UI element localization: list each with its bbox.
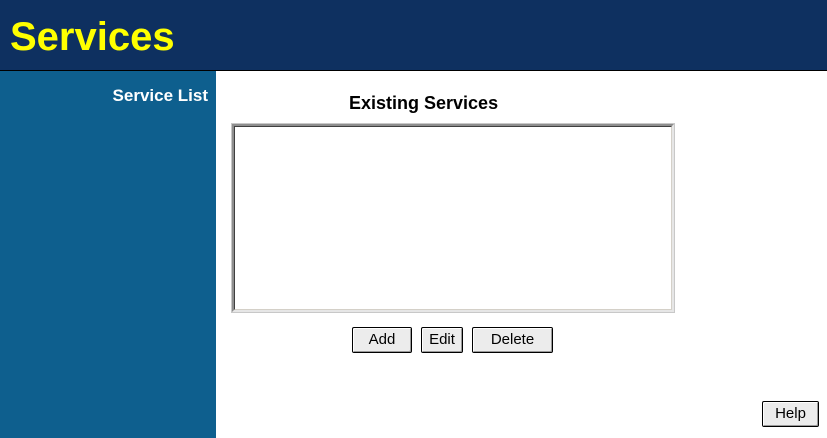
existing-services-heading: Existing Services bbox=[349, 93, 499, 113]
sidebar-item-service-list[interactable]: Service List bbox=[113, 86, 208, 106]
delete-button[interactable]: Delete bbox=[472, 327, 553, 353]
edit-button[interactable]: Edit bbox=[421, 327, 463, 353]
services-page: Services Service List Existing Services … bbox=[0, 0, 827, 438]
help-button[interactable]: Help bbox=[762, 401, 819, 427]
header-bar: Services bbox=[0, 0, 827, 71]
sidebar: Service List bbox=[0, 71, 216, 438]
page-title: Services bbox=[10, 15, 175, 59]
existing-services-listbox[interactable] bbox=[231, 123, 675, 313]
main-content: Existing Services Add Edit Delete Help bbox=[216, 71, 827, 438]
add-button[interactable]: Add bbox=[352, 327, 412, 353]
listbox-inner bbox=[234, 126, 672, 310]
